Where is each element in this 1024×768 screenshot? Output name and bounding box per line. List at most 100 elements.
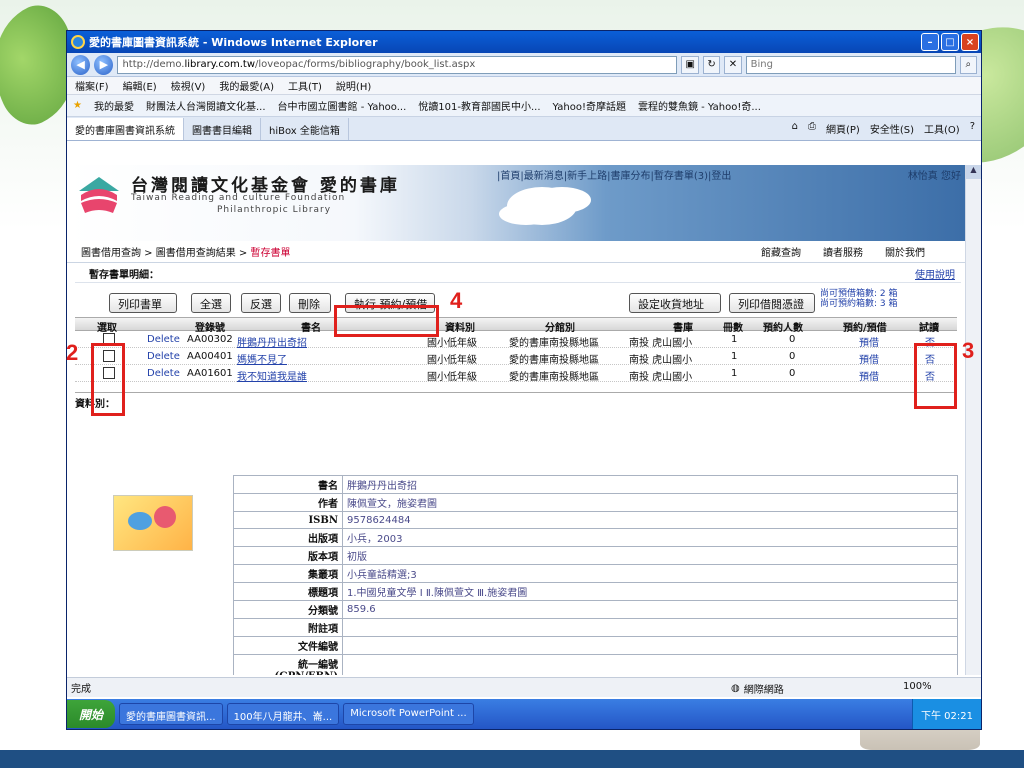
zoom-level[interactable]: 100% (903, 681, 932, 692)
help-icon[interactable]: ? (970, 121, 975, 136)
site-header: 台灣閱讀文化基金會 愛的書庫 Taiwan Reading and cultur… (67, 165, 965, 241)
minimize-button[interactable]: – (921, 33, 939, 51)
favorite-item[interactable]: 財團法人台灣閱讀文化基... (146, 98, 266, 113)
detail-value: 859.6 (342, 600, 958, 619)
detail-row: 統一編號(GPN/EBN) (233, 654, 958, 675)
refresh-icon[interactable]: ↻ (702, 55, 721, 74)
row-title-link[interactable]: 我不知道我是誰 (237, 368, 307, 383)
cart-toolbar: 列印書單 全選 反選 刪除 執行 預約/預借 設定收貨地址 列印借閱憑證 尚可預… (75, 283, 965, 317)
safety-menu[interactable]: 安全性(S) (870, 121, 914, 136)
row-type: 國小低年級 (427, 355, 477, 366)
callout-box-execute (334, 305, 439, 337)
table-header: 選取 登錄號 書名 資料別 分館別 書庫 冊數 預約人數 預約/預借 試讀 (75, 317, 957, 334)
forward-arrow-icon[interactable]: ▶ (94, 54, 114, 75)
help-link[interactable]: 使用說明 (915, 266, 955, 281)
menu-bar: 檔案(F) 編輯(E) 檢視(V) 我的最愛(A) 工具(T) 說明(H) (67, 77, 981, 95)
maximize-button[interactable]: □ (941, 33, 959, 51)
detail-row: 文件編號 (233, 636, 958, 655)
set-address-button[interactable]: 設定收貨地址 (629, 293, 721, 313)
page-menu[interactable]: 網頁(P) (826, 121, 860, 136)
logo-subtitle: Taiwan Reading and culture Foundation (131, 193, 346, 203)
user-greeting: 林怡真 您好 (907, 171, 961, 182)
quota-info: 尚可預借箱數: 2 箱 尚可預約箱數: 3 箱 (820, 289, 897, 309)
detail-key: 出版項 (233, 528, 343, 547)
print-receipt-button[interactable]: 列印借閱憑證 (729, 293, 815, 313)
menu-file[interactable]: 檔案(F) (75, 78, 109, 93)
print-icon[interactable]: ⎙ (808, 121, 816, 136)
menu-view[interactable]: 檢視(V) (171, 78, 206, 93)
url-path: /loveopac/forms/bibliography/book_list.a… (255, 58, 476, 70)
close-button[interactable]: × (961, 33, 979, 51)
detail-key: 文件編號 (233, 636, 343, 655)
nav-about-us[interactable]: 關於我們 (885, 244, 925, 259)
detail-key: 附註項 (233, 618, 343, 637)
cart-title: 暫存書單明細： (89, 270, 159, 281)
tools-menu[interactable]: 工具(O) (924, 121, 960, 136)
row-reserve-link[interactable]: 預借 (859, 351, 879, 366)
row-reserve-link[interactable]: 預借 (859, 334, 879, 349)
row-delete-link[interactable]: Delete (147, 368, 180, 379)
favorites-bar: ★ 我的最愛 財團法人台灣閱讀文化基... 台中市國立圖書館 - Yahoo..… (67, 95, 981, 117)
favorite-item[interactable]: 雲程的雙魚鏡 - Yahoo!奇... (638, 98, 761, 113)
start-button[interactable]: 開始 (67, 700, 116, 728)
compat-view-icon[interactable]: ▣ (681, 55, 699, 74)
menu-help[interactable]: 說明(H) (336, 78, 371, 93)
favorites-label[interactable]: 我的最愛 (94, 98, 134, 113)
invert-select-button[interactable]: 反選 (241, 293, 281, 313)
taskbar-item[interactable]: Microsoft PowerPoint ... (343, 703, 474, 725)
menu-tools[interactable]: 工具(T) (288, 78, 322, 93)
favorite-item[interactable]: Yahoo!奇摩話題 (553, 98, 626, 113)
tab-hibox[interactable]: hiBox 全能信箱 (261, 117, 349, 140)
search-icon[interactable]: ⌕ (959, 55, 978, 74)
taskbar-item[interactable]: 100年八月龍井、崙... (226, 703, 340, 725)
stop-icon[interactable]: ✕ (724, 55, 742, 74)
back-arrow-icon[interactable]: ◀ (71, 54, 91, 75)
detail-row: 作者 陳佩萱文，施姿君圖 (233, 493, 958, 512)
favorite-item[interactable]: 悅讀101-教育部國民中小... (418, 98, 540, 113)
internet-zone: ◍ 網際網路 (731, 681, 784, 696)
menu-favorites[interactable]: 我的最愛(A) (219, 78, 274, 93)
home-icon[interactable]: ⌂ (792, 121, 798, 136)
favorite-item[interactable]: 台中市國立圖書館 - Yahoo... (278, 98, 407, 113)
site-top-links[interactable]: |首頁|最新消息|新手上路|書庫分布|暫存書單(3)|登出 (497, 167, 731, 182)
nav-collection-search[interactable]: 館藏查詢 (761, 244, 801, 259)
row-delete-link[interactable]: Delete (147, 334, 180, 345)
taskbar-item[interactable]: 愛的書庫圖書資訊... (119, 703, 223, 725)
detail-key: ISBN (233, 511, 343, 529)
detail-key: 統一編號(GPN/EBN) (233, 654, 343, 675)
foundation-logo-icon (79, 177, 119, 213)
detail-value: 小兵，2003 (342, 528, 958, 547)
tab-catalog-edit[interactable]: 圖書書目編輯 (184, 117, 261, 140)
detail-row: 標題項 1.中國兒童文學 I Ⅱ.陳佩萱文 Ⅲ.施姿君圖 (233, 582, 958, 601)
tab-library-system[interactable]: 愛的書庫圖書資訊系統 (67, 117, 184, 140)
detail-value: 小兵童話精選;3 (342, 564, 958, 583)
row-title-link[interactable]: 胖鵝丹丹出奇招 (237, 334, 307, 349)
callout-box-trial (914, 343, 957, 409)
row-reserve-link[interactable]: 預借 (859, 368, 879, 383)
favorites-star-icon: ★ (73, 100, 82, 111)
delete-button[interactable]: 刪除 (289, 293, 331, 313)
menu-edit[interactable]: 編輯(E) (123, 78, 157, 93)
search-input[interactable]: Bing (745, 55, 956, 74)
row-type: 國小低年級 (427, 372, 477, 383)
address-input[interactable]: http://demo.library.com.tw/loveopac/form… (117, 55, 678, 74)
row-store: 南投 虎山國小 (629, 338, 693, 349)
row-branch: 愛的書庫南投縣地區 (509, 355, 599, 366)
callout-box-checkboxes (91, 343, 125, 416)
breadcrumb: 圖書借用查詢 > 圖書借用查詢結果 > 暫存書單 (81, 244, 290, 259)
row-accession: AA00302 (187, 334, 233, 345)
window-titlebar: 愛的書庫圖書資訊系統 - Windows Internet Explorer –… (67, 31, 981, 53)
print-list-button[interactable]: 列印書單 (109, 293, 177, 313)
row-title-link[interactable]: 媽媽不見了 (237, 351, 287, 366)
vertical-scrollbar[interactable]: ▲ (965, 165, 981, 675)
scroll-up-icon[interactable]: ▲ (966, 165, 981, 179)
row-delete-link[interactable]: Delete (147, 351, 180, 362)
select-all-button[interactable]: 全選 (191, 293, 231, 313)
detail-key: 書名 (233, 475, 343, 494)
row-holds: 0 (789, 351, 796, 362)
detail-value (342, 618, 958, 637)
window-title: 愛的書庫圖書資訊系統 - Windows Internet Explorer (89, 36, 378, 49)
nav-reader-service[interactable]: 讀者服務 (823, 244, 863, 259)
quota-reserve: 尚可預約箱數: 3 箱 (820, 299, 898, 309)
breadcrumb-path[interactable]: 圖書借用查詢 > 圖書借用查詢結果 > (81, 248, 250, 259)
